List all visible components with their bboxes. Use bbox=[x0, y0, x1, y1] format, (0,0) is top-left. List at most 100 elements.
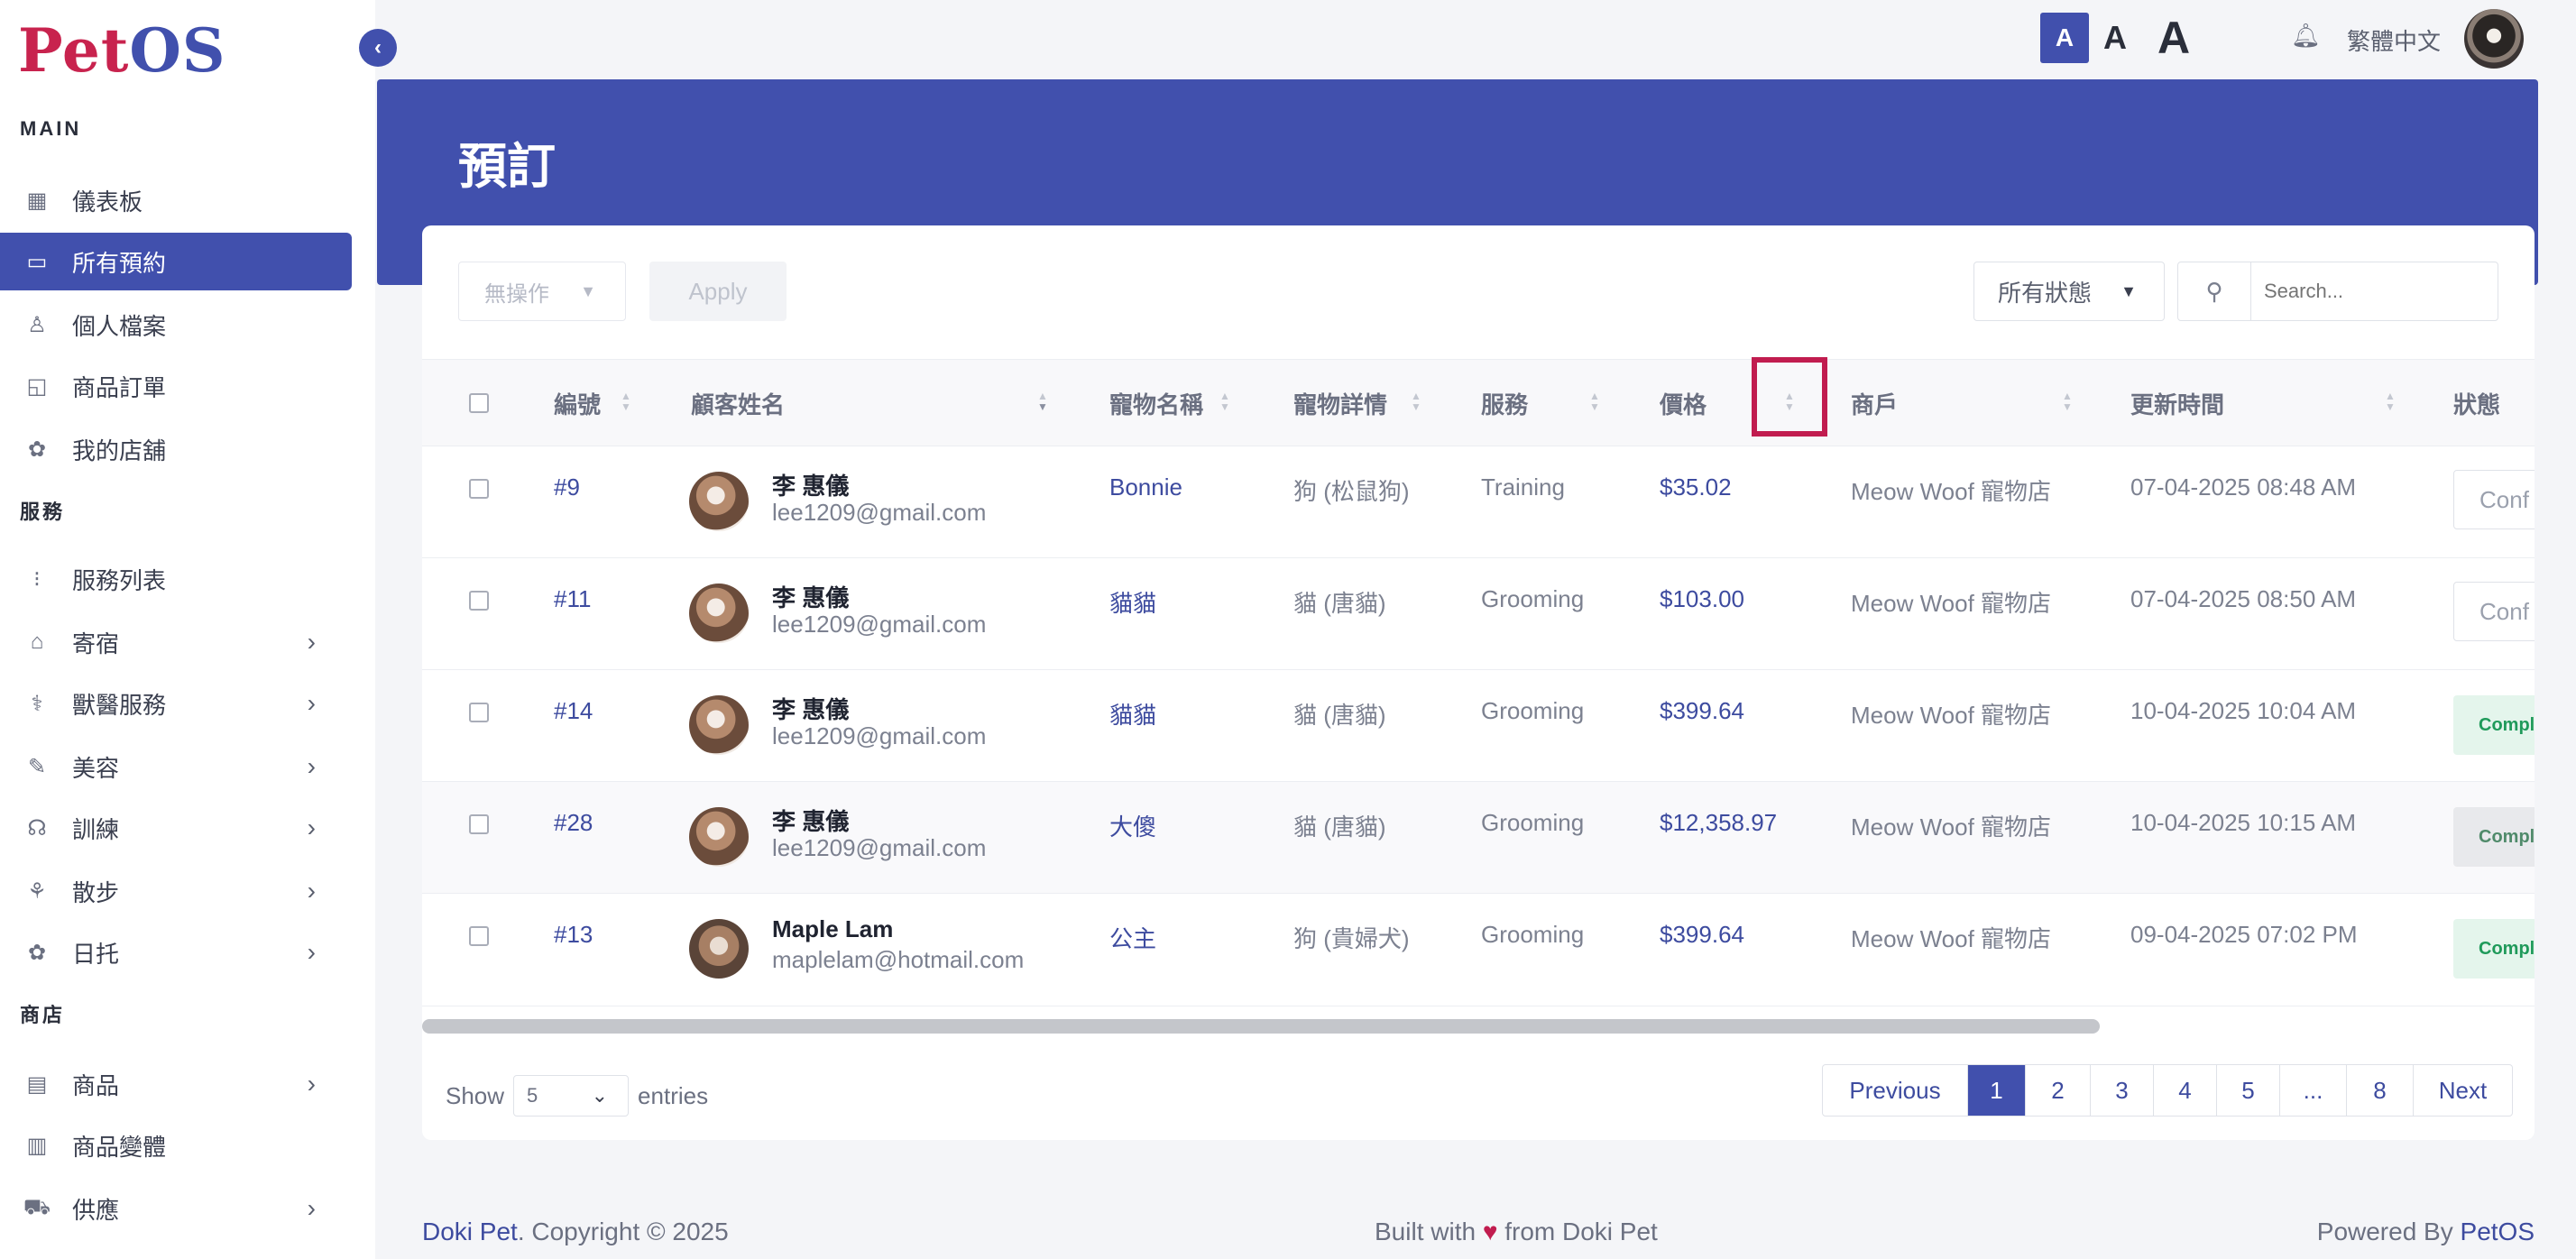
sidebar-item-walking[interactable]: ⚘ 散步 › bbox=[0, 862, 352, 920]
table-row[interactable]: #9 李 惠儀 lee1209@gmail.com Bonnie 狗 (松鼠狗)… bbox=[422, 446, 2535, 558]
status-button[interactable]: Conf bbox=[2453, 582, 2535, 641]
font-size-small-button[interactable]: A bbox=[2040, 13, 2089, 63]
sidebar-item-profile[interactable]: ♙ 個人檔案 bbox=[0, 296, 352, 354]
customer-email: maplelam@hotmail.com bbox=[772, 946, 1025, 973]
pagination-page[interactable]: 5 bbox=[2216, 1065, 2279, 1116]
sort-icon[interactable]: ▲ ▼ bbox=[2062, 391, 2073, 412]
font-size-large-button[interactable]: A bbox=[2147, 13, 2201, 63]
sidebar-item-training[interactable]: ☊ 訓練 › bbox=[0, 799, 352, 857]
brush-icon: ✎ bbox=[27, 754, 47, 779]
sidebar-item-grooming[interactable]: ✎ 美容 › bbox=[0, 738, 352, 795]
customer-email: lee1209@gmail.com bbox=[772, 611, 987, 638]
search-input[interactable] bbox=[2251, 279, 2482, 304]
sidebar-item-my-store[interactable]: ✿ 我的店舖 bbox=[0, 420, 352, 478]
row-checkbox[interactable] bbox=[469, 814, 489, 834]
row-checkbox[interactable] bbox=[469, 479, 489, 499]
row-checkbox[interactable] bbox=[469, 926, 489, 946]
table-row[interactable]: #14 李 惠儀 lee1209@gmail.com 貓貓 貓 (唐貓) Gro… bbox=[422, 669, 2535, 782]
sidebar-item-dashboard[interactable]: ▦ 儀表板 bbox=[0, 171, 352, 229]
column-header-pet-detail[interactable]: 寵物詳情 bbox=[1293, 360, 1387, 446]
booking-id-link[interactable]: #9 bbox=[554, 473, 580, 501]
booking-id-link[interactable]: #28 bbox=[554, 809, 593, 837]
booking-id-link[interactable]: #11 bbox=[554, 585, 591, 613]
column-header-status[interactable]: 狀態 bbox=[2453, 360, 2500, 446]
sidebar-item-all-bookings[interactable]: ▭ 所有預約 bbox=[0, 233, 352, 290]
footer-brand-link[interactable]: Doki Pet bbox=[422, 1218, 518, 1245]
table-row[interactable]: #28 李 惠儀 lee1209@gmail.com 大傻 貓 (唐貓) Gro… bbox=[422, 781, 2535, 894]
column-header-merchant[interactable]: 商戶 bbox=[1851, 360, 1898, 446]
sort-icon[interactable]: ▲ ▼ bbox=[1219, 391, 1230, 412]
status-button[interactable]: Conf bbox=[2453, 470, 2535, 529]
sidebar-collapse-button[interactable]: ‹ bbox=[359, 29, 397, 67]
sort-icon[interactable]: ▲ ▼ bbox=[2385, 391, 2396, 412]
pagination-page[interactable]: 3 bbox=[2090, 1065, 2153, 1116]
column-header-id[interactable]: 編號 bbox=[554, 360, 601, 446]
sidebar-item-supply[interactable]: ⛟ 供應 › bbox=[0, 1180, 352, 1237]
column-header-pet-name[interactable]: 寵物名稱 bbox=[1109, 360, 1203, 446]
bulk-action-select[interactable]: 無操作 ▼ bbox=[458, 262, 626, 321]
horizontal-scrollbar[interactable] bbox=[422, 1019, 2100, 1034]
pagination-next[interactable]: Next bbox=[2413, 1065, 2512, 1116]
bell-icon[interactable]: 🔔︎ bbox=[2291, 22, 2321, 50]
service-name: Training bbox=[1481, 473, 1565, 501]
highlight-box bbox=[1752, 357, 1827, 437]
caret-down-icon: ▼ bbox=[580, 281, 596, 300]
user-avatar[interactable] bbox=[2464, 9, 2524, 69]
sidebar-item-products[interactable]: ▤ 商品 › bbox=[0, 1055, 352, 1113]
training-icon: ☊ bbox=[27, 815, 47, 841]
status-badge[interactable]: Compl bbox=[2453, 919, 2535, 979]
footer-petos-link[interactable]: PetOS bbox=[2461, 1218, 2535, 1245]
font-size-medium-button[interactable]: A bbox=[2093, 13, 2138, 63]
pet-detail: 貓 (唐貓) bbox=[1293, 702, 1386, 729]
customer-name: 李 惠儀 bbox=[772, 473, 850, 500]
column-header-price[interactable]: 價格 bbox=[1660, 360, 1707, 446]
sidebar-item-product-variants[interactable]: ▥ 商品變體 bbox=[0, 1117, 352, 1174]
chevron-right-icon: › bbox=[307, 938, 316, 966]
row-checkbox[interactable] bbox=[469, 591, 489, 611]
pet-name-link[interactable]: 貓貓 bbox=[1109, 585, 1156, 619]
chevron-down-icon: ⌄ bbox=[591, 1084, 609, 1107]
sidebar: PetOS MAIN ▦ 儀表板 ▭ 所有預約 ♙ 個人檔案 ◱ 商品訂單 ✿ 我的店舖 … bbox=[0, 0, 375, 1259]
sidebar-item-daycare[interactable]: ✿ 日托 › bbox=[0, 924, 352, 981]
pagination-page[interactable]: 2 bbox=[2025, 1065, 2090, 1116]
pet-name-link[interactable]: 公主 bbox=[1109, 921, 1156, 954]
column-header-updated[interactable]: 更新時間 bbox=[2130, 360, 2224, 446]
merchant-name: Meow Woof 寵物店 bbox=[1851, 478, 2052, 505]
select-all-checkbox[interactable] bbox=[469, 393, 489, 413]
pet-name-link[interactable]: 貓貓 bbox=[1109, 697, 1156, 731]
pagination-previous[interactable]: Previous bbox=[1823, 1065, 1967, 1116]
sort-desc-icon[interactable]: ▲ ▼ bbox=[1037, 391, 1048, 412]
status-badge[interactable]: Compl bbox=[2453, 695, 2535, 755]
pet-name-link[interactable]: 大傻 bbox=[1109, 809, 1156, 842]
column-header-service[interactable]: 服務 bbox=[1481, 360, 1528, 446]
grid-icon: ▦ bbox=[26, 188, 48, 213]
language-selector[interactable]: 繁體中文 bbox=[2347, 23, 2441, 57]
apply-button[interactable]: Apply bbox=[649, 262, 787, 321]
sidebar-item-service-list[interactable]: ⁝ 服務列表 bbox=[0, 550, 352, 608]
pagination-page[interactable]: 4 bbox=[2153, 1065, 2216, 1116]
pet-name-link[interactable]: Bonnie bbox=[1109, 473, 1182, 501]
app-logo[interactable]: PetOS bbox=[18, 16, 226, 85]
sidebar-item-boarding[interactable]: ⌂ 寄宿 › bbox=[0, 613, 352, 671]
booking-id-link[interactable]: #14 bbox=[554, 697, 593, 725]
chevron-right-icon: › bbox=[307, 1070, 316, 1098]
column-header-customer[interactable]: 顧客姓名 bbox=[691, 360, 785, 446]
status-badge[interactable]: Compl bbox=[2453, 807, 2535, 867]
sort-icon[interactable]: ▲ ▼ bbox=[1589, 391, 1600, 412]
sidebar-item-product-orders[interactable]: ◱ 商品訂單 bbox=[0, 357, 352, 415]
table-row[interactable]: #13 Maple Lam maplelam@hotmail.com 公主 狗 … bbox=[422, 893, 2535, 1006]
updated-time: 10-04-2025 10:04 AM bbox=[2130, 697, 2357, 724]
sort-icon[interactable]: ▲ ▼ bbox=[1411, 391, 1421, 412]
row-checkbox[interactable] bbox=[469, 703, 489, 722]
booking-id-link[interactable]: #13 bbox=[554, 921, 593, 949]
status-filter-select[interactable]: 所有狀態 ▼ bbox=[1973, 262, 2165, 321]
price-value: $12,358.97 bbox=[1660, 809, 1778, 836]
shop-icon: ▤ bbox=[26, 1071, 48, 1097]
sort-icon[interactable]: ▲ ▼ bbox=[621, 391, 631, 412]
section-shop-label: 商店 bbox=[20, 1004, 66, 1026]
entries-select[interactable]: 5 ⌄ bbox=[513, 1075, 630, 1117]
pagination-page[interactable]: 8 bbox=[2346, 1065, 2413, 1116]
pagination-page[interactable]: 1 bbox=[1967, 1065, 2025, 1116]
sidebar-item-vet[interactable]: ⚕ 獸醫服務 › bbox=[0, 675, 352, 732]
table-row[interactable]: #11 李 惠儀 lee1209@gmail.com 貓貓 貓 (唐貓) Gro… bbox=[422, 557, 2535, 670]
